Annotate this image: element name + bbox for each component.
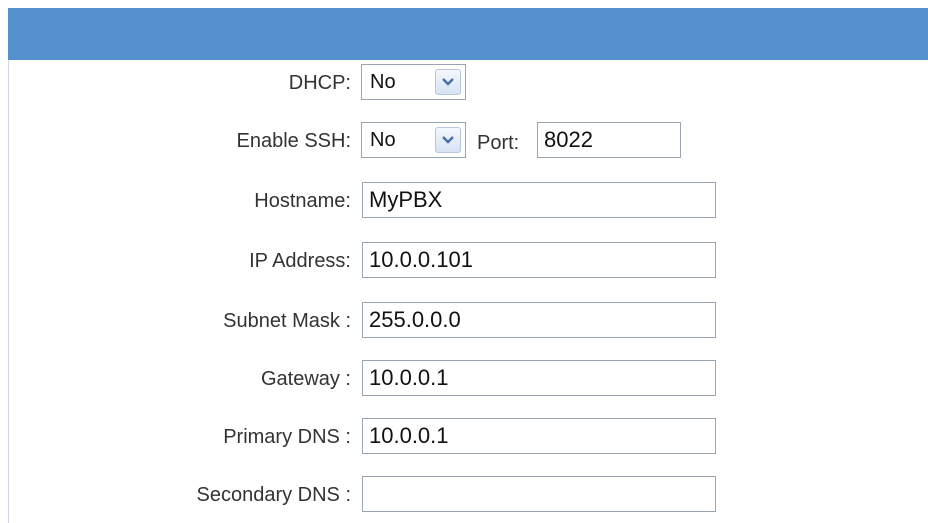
gateway-label: Gateway : xyxy=(260,368,351,390)
primary-dns-row: Primary DNS : 10.0.0.1 xyxy=(9,416,928,456)
primary-dns-input[interactable]: 10.0.0.1 xyxy=(362,418,716,454)
secondary-dns-row: Secondary DNS : xyxy=(9,474,928,514)
ssh-select[interactable]: No xyxy=(361,122,466,158)
dhcp-selected-value: No xyxy=(370,71,396,93)
subnet-mask-row: Subnet Mask : 255.0.0.0 xyxy=(9,300,928,340)
hostname-input[interactable]: MyPBX xyxy=(362,182,716,218)
ssh-selected-value: No xyxy=(370,129,396,151)
header-bar xyxy=(8,8,928,60)
subnet-mask-label: Subnet Mask : xyxy=(223,310,351,332)
ip-address-row: IP Address: 10.0.0.101 xyxy=(9,240,928,280)
secondary-dns-label: Secondary DNS : xyxy=(196,484,351,506)
ssh-row: Enable SSH: No Port: 8022 xyxy=(9,120,928,160)
port-label: Port: xyxy=(477,132,520,154)
subnet-mask-input[interactable]: 255.0.0.0 xyxy=(362,302,716,338)
hostname-row: Hostname: MyPBX xyxy=(9,180,928,220)
secondary-dns-input[interactable] xyxy=(362,476,716,512)
ssh-label: Enable SSH: xyxy=(236,130,351,152)
hostname-label: Hostname: xyxy=(254,190,351,212)
chevron-down-icon[interactable] xyxy=(435,127,461,153)
chevron-down-icon[interactable] xyxy=(435,69,461,95)
dhcp-row: DHCP: No xyxy=(9,62,928,102)
network-settings-form: DHCP: No Enable SSH: No Port: 8022 Hostn… xyxy=(8,60,928,523)
dhcp-select[interactable]: No xyxy=(361,64,466,100)
ip-address-label: IP Address: xyxy=(249,250,351,272)
ip-address-input[interactable]: 10.0.0.101 xyxy=(362,242,716,278)
gateway-input[interactable]: 10.0.0.1 xyxy=(362,360,716,396)
port-input[interactable]: 8022 xyxy=(537,122,681,158)
primary-dns-label: Primary DNS : xyxy=(223,426,351,448)
dhcp-label: DHCP: xyxy=(288,72,351,94)
gateway-row: Gateway : 10.0.0.1 xyxy=(9,358,928,398)
